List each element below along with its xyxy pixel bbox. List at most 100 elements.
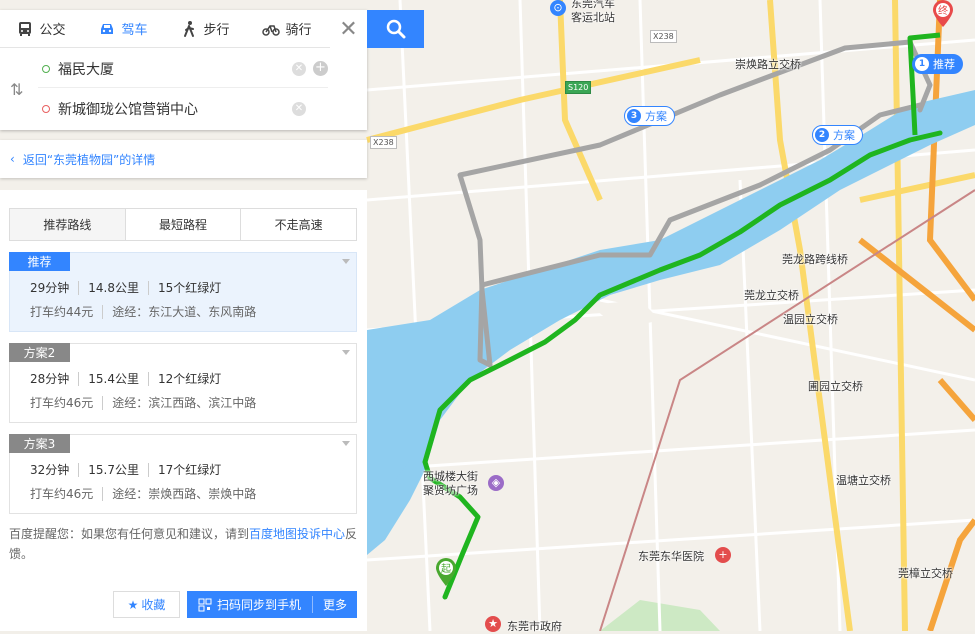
origin-dot-icon	[42, 64, 50, 73]
tab-bus-label: 公交	[39, 23, 66, 38]
bike-icon	[262, 24, 281, 36]
clear-origin-icon[interactable]: ✕	[292, 61, 306, 76]
bus-station-icon[interactable]: ⊙	[550, 0, 566, 16]
tab-no-highway[interactable]: 不走高速	[241, 209, 357, 240]
chevron-down-icon[interactable]	[342, 441, 350, 446]
map-label-hospital: 东莞东华医院	[638, 550, 704, 563]
route-results-panel: 推荐路线 最短路程 不走高速 推荐 29分钟 14.8公里 15个红绿灯 打车约…	[0, 190, 367, 631]
tab-recommended[interactable]: 推荐路线	[10, 209, 126, 240]
complaint-center-link[interactable]: 百度地图投诉中心	[249, 527, 345, 541]
close-button[interactable]: ✕	[330, 10, 367, 48]
route-distance: 15.4公里	[78, 372, 148, 386]
route-tag: 推荐	[9, 252, 70, 271]
route-via: 途经：东江大道、东风南路	[102, 305, 265, 319]
route-card-1[interactable]: 推荐 29分钟 14.8公里 15个红绿灯 打车约44元 途经：东江大道、东风南…	[9, 252, 357, 332]
tab-bike[interactable]: 骑行	[246, 10, 328, 47]
origin-field[interactable]: 福民大厦 ✕ +	[38, 50, 328, 88]
tab-drive[interactable]: 驾车	[82, 10, 164, 47]
road-tag-s120: S120	[565, 81, 592, 94]
destination-dot-icon	[42, 105, 50, 113]
route-summary: 28分钟 15.4公里 12个红绿灯	[30, 372, 230, 386]
map-label-bus-station: 东莞汽车 客运北站	[571, 0, 615, 24]
route-time: 32分钟	[30, 463, 70, 477]
route-summary: 29分钟 14.8公里 15个红绿灯	[30, 281, 230, 295]
tab-bus[interactable]: 公交	[0, 10, 82, 47]
sync-label-group[interactable]: 扫码同步到手机	[187, 596, 312, 613]
route-card-2[interactable]: 方案2 28分钟 15.4公里 12个红绿灯 打车约46元 途经：滨江西路、滨江…	[9, 343, 357, 423]
route-distance: 14.8公里	[78, 281, 148, 295]
map-label-guanzhang-bridge: 莞樟立交桥	[898, 567, 953, 580]
destination-field[interactable]: 新城御珑公馆营销中心 ✕	[38, 90, 328, 128]
chevron-down-icon[interactable]	[342, 350, 350, 355]
origin-value: 福民大厦	[58, 61, 114, 78]
bottom-actions: ★ 收藏 扫码同步到手机 更多	[0, 591, 367, 621]
favorite-button[interactable]: ★ 收藏	[113, 591, 180, 618]
route-lights: 12个红绿灯	[148, 372, 230, 386]
car-icon	[101, 23, 114, 34]
map-label-huiyuan-bridge: 圃园立交桥	[808, 380, 863, 393]
government-icon[interactable]: ★	[485, 616, 501, 632]
clear-destination-icon[interactable]: ✕	[292, 102, 306, 116]
route-via: 途经：崇焕西路、崇焕中路	[102, 487, 265, 501]
route-lights: 17个红绿灯	[148, 463, 230, 477]
sync-to-phone-button[interactable]: 扫码同步到手机 更多	[187, 591, 357, 618]
map-label-wenyuan-bridge: 温园立交桥	[783, 313, 838, 326]
route-details: 打车约46元 途经：崇焕西路、崇焕中路	[30, 487, 265, 501]
search-icon	[386, 19, 405, 39]
route-taxi: 打车约46元	[30, 396, 94, 410]
swap-icon[interactable]: ⇅	[10, 80, 23, 99]
feedback-tip: 百度提醒您：如果您有任何意见和建议，请到百度地图投诉中心反馈。	[9, 524, 359, 564]
tip-prefix: 百度提醒您：如果您有任何意见和建议，请到	[9, 527, 250, 541]
route-time: 29分钟	[30, 281, 70, 295]
route-search-box: 公交 驾车 步行 骑行 ✕ ⇅ 福民大厦 ✕ + 新城御珑公馆营销中心 ✕	[0, 10, 367, 130]
route-number-3: 3	[627, 109, 641, 123]
map-label-guanlong-bridge: 莞龙路跨线桥	[782, 253, 848, 266]
tab-walk[interactable]: 步行	[164, 10, 246, 47]
route-details: 打车约46元 途经：滨江西路、滨江中路	[30, 396, 265, 410]
tab-walk-label: 步行	[203, 23, 230, 38]
tab-drive-label: 驾车	[121, 23, 148, 38]
route-distance: 15.7公里	[78, 463, 148, 477]
route-via: 途经：滨江西路、滨江中路	[102, 396, 265, 410]
route-tag: 方案2	[9, 343, 70, 362]
route-bubble-3-label: 方案	[645, 110, 667, 123]
travel-mode-tabs: 公交 驾车 步行 骑行	[0, 10, 330, 48]
qr-code-icon	[198, 598, 212, 611]
search-button[interactable]	[367, 10, 424, 48]
shopping-icon[interactable]: ◈	[488, 475, 504, 491]
back-link-label: 返回“东莞植物园”的详情	[22, 152, 156, 167]
route-number-1: 1	[915, 57, 929, 71]
route-bubble-3[interactable]: 3 方案	[624, 106, 675, 126]
end-pin-label: 终	[938, 4, 948, 17]
more-button[interactable]: 更多	[313, 596, 357, 613]
route-details: 打车约44元 途经：东江大道、东风南路	[30, 305, 265, 319]
start-pin-icon[interactable]: 起	[434, 557, 458, 587]
route-tag: 方案3	[9, 434, 70, 453]
star-icon: ★	[127, 597, 139, 612]
map-label-city-gov: 东莞市政府	[507, 620, 562, 633]
map-label-wentang-bridge: 温塘立交桥	[836, 474, 891, 487]
route-lights: 15个红绿灯	[148, 281, 230, 295]
route-card-3[interactable]: 方案3 32分钟 15.7公里 17个红绿灯 打车约46元 途经：崇焕西路、崇焕…	[9, 434, 357, 514]
tab-shortest[interactable]: 最短路程	[125, 209, 242, 240]
bus-icon	[19, 21, 32, 36]
road-tag-x238-left: X238	[370, 136, 397, 149]
route-taxi: 打车约46元	[30, 487, 94, 501]
end-pin-icon[interactable]: 终	[931, 0, 955, 28]
map-label-xichenglou: 西城楼大街 聚贤坊广场	[423, 470, 478, 497]
hospital-icon[interactable]: +	[715, 547, 731, 563]
route-bubble-2-label: 方案	[833, 129, 855, 142]
route-bubble-1[interactable]: 1 推荐	[912, 54, 963, 74]
tab-bike-label: 骑行	[285, 23, 312, 38]
route-time: 28分钟	[30, 372, 70, 386]
route-taxi: 打车约44元	[30, 305, 94, 319]
start-pin-label: 起	[441, 563, 451, 575]
road-tag-x238-top: X238	[650, 30, 677, 43]
back-link[interactable]: ‹ 返回“东莞植物园”的详情	[0, 140, 367, 178]
route-bubble-2[interactable]: 2 方案	[812, 125, 863, 145]
map-label-guanlong-interchange: 莞龙立交桥	[744, 289, 799, 302]
add-waypoint-icon[interactable]: +	[313, 61, 328, 76]
route-bubble-1-label: 推荐	[933, 58, 955, 71]
route-summary: 32分钟 15.7公里 17个红绿灯	[30, 463, 230, 477]
chevron-down-icon[interactable]	[342, 259, 350, 264]
